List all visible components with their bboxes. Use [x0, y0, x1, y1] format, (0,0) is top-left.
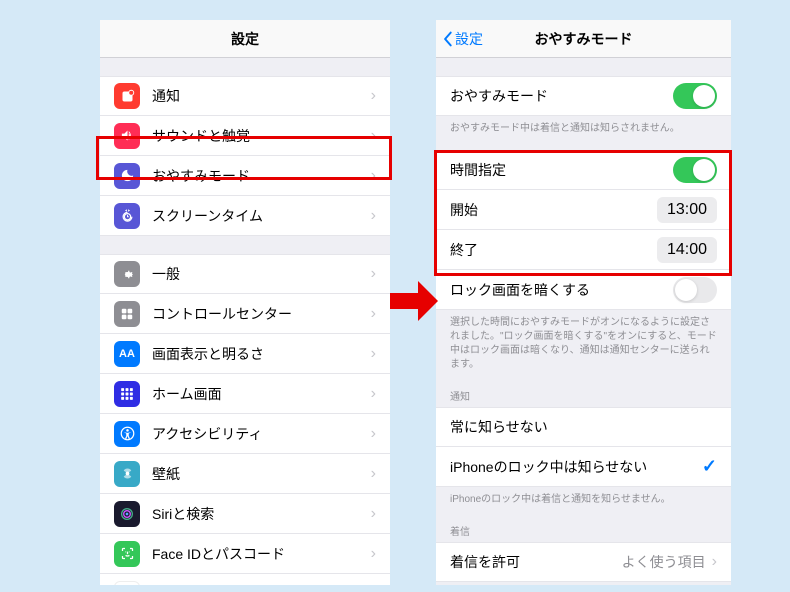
row-label: 終了 — [450, 240, 657, 260]
row-label: 画面表示と明るさ — [152, 344, 371, 364]
chevron-right-icon: › — [371, 127, 376, 145]
settings-screen-left: 設定 通知 › サウンドと触覚 › おやすみモード › スクリーンタイム › 一… — [100, 20, 390, 585]
scheduled-toggle[interactable] — [673, 157, 717, 183]
dnd-icon — [114, 163, 140, 189]
row-label: 壁紙 — [152, 464, 371, 484]
chevron-right-icon: › — [371, 265, 376, 283]
wallpaper-icon — [114, 461, 140, 487]
row-siri[interactable]: Siriと検索 › — [100, 494, 390, 534]
row-label: 常に知らせない — [450, 417, 717, 437]
end-time[interactable]: 14:00 — [657, 237, 717, 263]
sounds-icon — [114, 123, 140, 149]
call-header: 着信 — [436, 519, 731, 542]
display-icon: AA — [114, 341, 140, 367]
row-start[interactable]: 開始 13:00 — [436, 190, 731, 230]
chevron-right-icon: › — [371, 585, 376, 586]
chevron-right-icon: › — [371, 167, 376, 185]
chevron-right-icon: › — [371, 505, 376, 523]
row-accessibility[interactable]: アクセシビリティ › — [100, 414, 390, 454]
chevron-right-icon: › — [371, 207, 376, 225]
row-silence-always[interactable]: 常に知らせない — [436, 407, 731, 447]
back-label: 設定 — [455, 29, 483, 49]
row-label: Siriと検索 — [152, 504, 371, 524]
row-label: 通知 — [152, 86, 371, 106]
start-time[interactable]: 13:00 — [657, 197, 717, 223]
row-label: コントロールセンター — [152, 304, 371, 324]
chevron-right-icon: › — [371, 345, 376, 363]
row-screentime[interactable]: スクリーンタイム › — [100, 196, 390, 236]
silence-footer: iPhoneのロック中は着信と通知を知らせません。 — [436, 487, 731, 513]
dnd-toggle[interactable] — [673, 83, 717, 109]
home-icon — [114, 381, 140, 407]
row-label: 着信を許可 — [450, 552, 622, 572]
row-value: よく使う項目 — [622, 552, 706, 572]
row-faceid[interactable]: Face IDとパスコード › — [100, 534, 390, 574]
row-control-center[interactable]: コントロールセンター › — [100, 294, 390, 334]
row-label: Face IDとパスコード — [152, 544, 371, 564]
row-label: スクリーンタイム — [152, 206, 371, 226]
dim-footer: 選択した時間におやすみモードがオンになるように設定されました。"ロック画面を暗く… — [436, 310, 731, 378]
row-general[interactable]: 一般 › — [100, 254, 390, 294]
silence-section: 常に知らせない iPhoneのロック中は知らせない ✓ — [436, 407, 731, 487]
row-label: ロック画面を暗くする — [450, 280, 673, 300]
row-dnd[interactable]: おやすみモード › — [100, 156, 390, 196]
notification-icon — [114, 83, 140, 109]
chevron-right-icon: › — [371, 425, 376, 443]
accessibility-icon — [114, 421, 140, 447]
row-label: 緊急SOS — [152, 584, 371, 586]
chevron-right-icon: › — [371, 305, 376, 323]
row-scheduled[interactable]: 時間指定 — [436, 150, 731, 190]
header: 設定 — [100, 20, 390, 58]
row-label: おやすみモード — [152, 166, 371, 186]
row-silence-locked[interactable]: iPhoneのロック中は知らせない ✓ — [436, 447, 731, 487]
dnd-section: おやすみモード — [436, 76, 731, 116]
row-display[interactable]: AA 画面表示と明るさ › — [100, 334, 390, 374]
allow-calls-footer: おやすみモードのとき、よく使う連絡先からの通話を着信します。 — [436, 582, 731, 585]
notif-header: 通知 — [436, 384, 731, 407]
row-label: 一般 — [152, 264, 371, 284]
chevron-right-icon: › — [371, 545, 376, 563]
row-sos[interactable]: SOS 緊急SOS › — [100, 574, 390, 585]
row-dnd-toggle[interactable]: おやすみモード — [436, 76, 731, 116]
siri-icon — [114, 501, 140, 527]
settings-group-1: 通知 › サウンドと触覚 › おやすみモード › スクリーンタイム › — [100, 76, 390, 236]
faceid-icon — [114, 541, 140, 567]
row-notifications[interactable]: 通知 › — [100, 76, 390, 116]
row-label: ホーム画面 — [152, 384, 371, 404]
row-home[interactable]: ホーム画面 › — [100, 374, 390, 414]
header: 設定 おやすみモード — [436, 20, 731, 58]
sos-icon: SOS — [114, 581, 140, 586]
row-label: 時間指定 — [450, 160, 673, 180]
dnd-screen-right: 設定 おやすみモード おやすみモード おやすみモード中は着信と通知は知らされませ… — [436, 20, 731, 585]
arrow-icon — [388, 275, 440, 332]
chevron-right-icon: › — [371, 87, 376, 105]
general-icon — [114, 261, 140, 287]
screentime-icon — [114, 203, 140, 229]
settings-group-2: 一般 › コントロールセンター › AA 画面表示と明るさ › ホーム画面 › … — [100, 254, 390, 585]
row-end[interactable]: 終了 14:00 — [436, 230, 731, 270]
row-label: アクセシビリティ — [152, 424, 371, 444]
dim-toggle[interactable] — [673, 277, 717, 303]
chevron-right-icon: › — [712, 553, 717, 571]
row-label: 開始 — [450, 200, 657, 220]
row-sounds[interactable]: サウンドと触覚 › — [100, 116, 390, 156]
row-label: おやすみモード — [450, 86, 673, 106]
checkmark-icon: ✓ — [702, 456, 717, 477]
chevron-right-icon: › — [371, 385, 376, 403]
page-title: おやすみモード — [535, 29, 633, 49]
dnd-footer: おやすみモード中は着信と通知は知らされません。 — [436, 116, 731, 142]
scheduled-section: 時間指定 開始 13:00 終了 14:00 ロック画面を暗くする — [436, 150, 731, 310]
row-wallpaper[interactable]: 壁紙 › — [100, 454, 390, 494]
back-button[interactable]: 設定 — [442, 29, 483, 49]
row-allow-calls[interactable]: 着信を許可 よく使う項目 › — [436, 542, 731, 582]
chevron-right-icon: › — [371, 465, 376, 483]
page-title: 設定 — [231, 29, 259, 49]
control-center-icon — [114, 301, 140, 327]
call-section: 着信を許可 よく使う項目 › — [436, 542, 731, 582]
row-dim-lock[interactable]: ロック画面を暗くする — [436, 270, 731, 310]
row-label: サウンドと触覚 — [152, 126, 371, 146]
row-label: iPhoneのロック中は知らせない — [450, 457, 702, 477]
